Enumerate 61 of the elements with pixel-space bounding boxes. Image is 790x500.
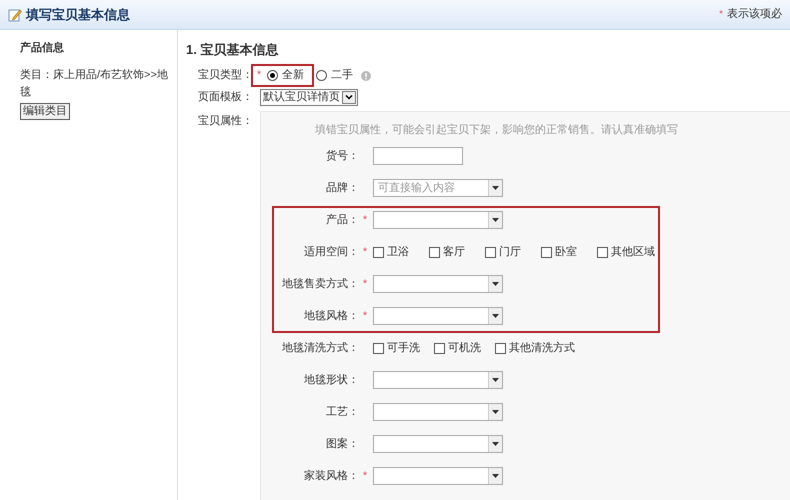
- caret-icon: [492, 474, 499, 478]
- required-mark: *: [362, 214, 368, 226]
- required-mark: *: [362, 310, 368, 322]
- field-label: 货号：: [325, 148, 359, 164]
- field-label: 家装风格：: [303, 468, 359, 484]
- caret-icon: [492, 282, 499, 286]
- required-mark: *: [719, 8, 723, 22]
- caret-icon: [492, 218, 499, 222]
- edit-icon: [8, 8, 22, 22]
- caret-icon: [492, 314, 499, 318]
- field-label: 地毯售卖方式：: [281, 276, 359, 292]
- checkbox[interactable]: [597, 246, 608, 258]
- checkbox-label: 卫浴: [387, 244, 409, 260]
- section-title: 1. 宝贝基本信息: [186, 41, 280, 59]
- category-path: 类目：床上用品/布艺软饰>>地毯: [20, 68, 169, 100]
- radio-button[interactable]: [316, 70, 327, 81]
- checkbox[interactable]: [434, 342, 445, 354]
- checkbox[interactable]: [485, 246, 496, 258]
- caret-icon: [492, 186, 499, 190]
- caret-icon: [492, 378, 499, 382]
- radio-button[interactable]: [267, 70, 278, 81]
- edit-category-button[interactable]: 编辑类目: [20, 102, 70, 120]
- radio-label: 二手: [331, 68, 353, 84]
- required-mark: *: [256, 69, 262, 82]
- checkbox[interactable]: [373, 342, 384, 354]
- checkbox[interactable]: [541, 246, 552, 258]
- field-label: 适用空间：: [303, 244, 359, 260]
- text-field[interactable]: [373, 147, 463, 165]
- field-label: 品牌：: [325, 180, 359, 196]
- field-label: 宝贝属性：: [198, 114, 254, 128]
- checkbox[interactable]: [429, 246, 440, 258]
- field-label: 工艺：: [325, 404, 359, 420]
- required-mark: *: [362, 470, 368, 482]
- checkbox-label: 卧室: [555, 244, 577, 260]
- page-title: 填写宝贝基本信息: [26, 6, 130, 24]
- required-note: 表示该项必: [727, 6, 782, 22]
- checkbox-label: 客厅: [443, 244, 465, 260]
- field-label: 地毯清洗方式：: [281, 340, 359, 356]
- checkbox-label: 其他区域: [611, 244, 655, 260]
- checkbox-label: 可手洗: [387, 340, 420, 356]
- required-mark: *: [362, 246, 368, 258]
- field-label: 地毯形状：: [303, 372, 359, 388]
- field-label: 地毯风格：: [303, 308, 359, 324]
- required-mark: *: [362, 278, 368, 290]
- chevron-down-icon: [345, 95, 353, 100]
- radio-label: 全新: [282, 68, 304, 84]
- field-label: 宝贝类型：: [198, 68, 253, 84]
- template-dropdown[interactable]: 默认宝贝详情页: [260, 89, 358, 106]
- checkbox[interactable]: [373, 246, 384, 258]
- field-label: 页面模板：: [198, 90, 254, 106]
- caret-icon: [492, 442, 499, 446]
- caret-icon: [492, 410, 499, 414]
- checkbox-label: 其他清洗方式: [509, 340, 575, 356]
- checkbox-label: 可机洗: [448, 340, 481, 356]
- field-label: 图案：: [325, 436, 359, 452]
- info-icon: [361, 70, 371, 80]
- hint-text: 填错宝贝属性，可能会引起宝贝下架，影响您的正常销售。请认真准确填写: [314, 122, 679, 138]
- field-label: 产品：: [325, 212, 359, 228]
- sidebar-title: 产品信息: [20, 40, 65, 56]
- checkbox-label: 门厅: [499, 244, 521, 260]
- checkbox[interactable]: [495, 342, 506, 354]
